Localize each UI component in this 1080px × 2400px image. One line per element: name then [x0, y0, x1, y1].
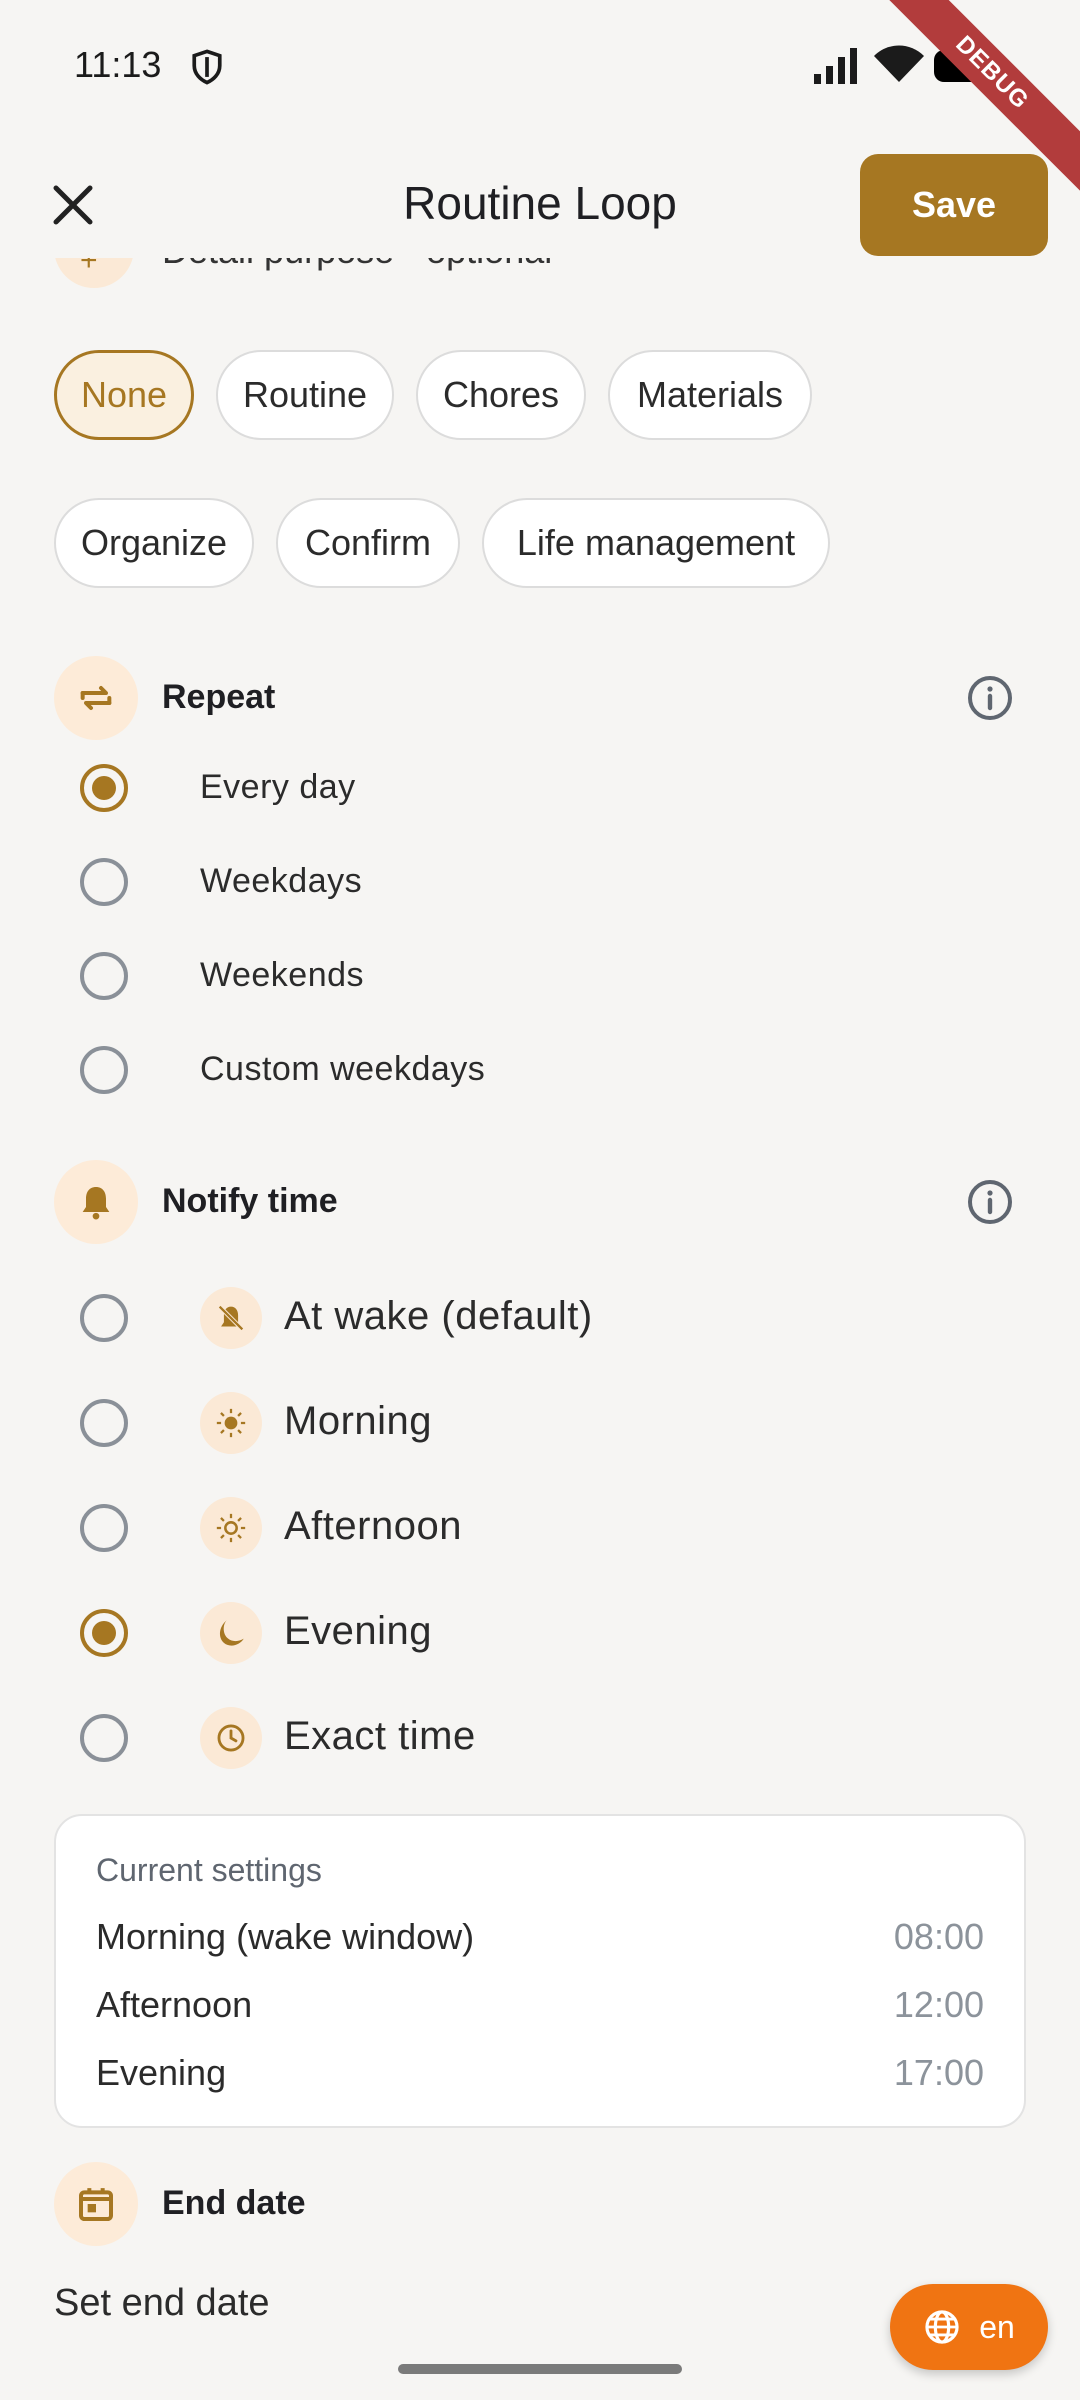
home-indicator[interactable]	[398, 2364, 682, 2374]
bell-off-icon	[200, 1287, 262, 1349]
notify-radio-evening[interactable]	[80, 1609, 128, 1657]
notify-option-label[interactable]: Afternoon	[284, 1504, 462, 1549]
settings-row-label: Evening	[96, 2052, 227, 2093]
sun-icon	[200, 1392, 262, 1454]
current-settings-card: Current settings Morning (wake window) 0…	[54, 1814, 1026, 2128]
language-label: en	[979, 2308, 1015, 2345]
card-title: Current settings	[96, 1852, 322, 1888]
end-date-section-icon	[54, 2162, 138, 2246]
repeat-section-icon	[54, 656, 138, 740]
settings-row-value: 08:00	[893, 1916, 984, 1957]
notify-section-icon	[54, 1160, 138, 1244]
clock-icon	[200, 1707, 262, 1769]
chip-chores[interactable]: Chores	[416, 350, 586, 440]
notify-option-label[interactable]: Exact time	[284, 1714, 476, 1759]
settings-row-value: 12:00	[893, 1984, 984, 2025]
notify-option-label[interactable]: Morning	[284, 1399, 432, 1444]
plus-icon: +	[80, 258, 98, 277]
repeat-radio-weekends[interactable]	[80, 952, 128, 1000]
repeat-option-label[interactable]: Custom weekdays	[200, 1050, 485, 1089]
repeat-option-label[interactable]: Weekdays	[200, 862, 362, 901]
detail-purpose-label: Detail purpose - optional	[162, 258, 552, 272]
language-button[interactable]: en	[890, 2284, 1048, 2370]
chip-routine[interactable]: Routine	[216, 350, 394, 440]
status-time: 11:13	[74, 44, 162, 85]
info-icon[interactable]	[966, 674, 1014, 722]
notify-option-label[interactable]: Evening	[284, 1609, 432, 1654]
chip-life-management[interactable]: Life management	[482, 498, 830, 588]
notify-radio-exact-time[interactable]	[80, 1714, 128, 1762]
end-date-title: End date	[162, 2184, 306, 2222]
detail-purpose-row: + Detail purpose - optional	[0, 258, 1080, 308]
repeat-title: Repeat	[162, 678, 276, 716]
chip-none[interactable]: None	[54, 350, 194, 440]
repeat-icon	[80, 686, 112, 710]
chip-organize[interactable]: Organize	[54, 498, 254, 588]
notify-radio-at-wake[interactable]	[80, 1294, 128, 1342]
shield-icon	[192, 49, 222, 85]
settings-row-label: Morning (wake window)	[96, 1916, 475, 1957]
notify-radio-afternoon[interactable]	[80, 1504, 128, 1552]
notify-radio-morning[interactable]	[80, 1399, 128, 1447]
repeat-option-label[interactable]: Every day	[200, 768, 356, 807]
wifi-icon	[874, 45, 924, 82]
signal-icon	[814, 48, 857, 84]
save-button[interactable]: Save	[860, 154, 1048, 256]
calendar-icon	[79, 2188, 113, 2221]
moon-icon	[200, 1602, 262, 1664]
settings-row-value: 17:00	[893, 2052, 984, 2093]
repeat-radio-custom[interactable]	[80, 1046, 128, 1094]
repeat-option-label[interactable]: Weekends	[200, 956, 364, 995]
globe-icon	[925, 2310, 959, 2344]
repeat-radio-every-day[interactable]	[80, 764, 128, 812]
chip-confirm[interactable]: Confirm	[276, 498, 460, 588]
notify-title: Notify time	[162, 1182, 338, 1220]
info-icon[interactable]	[966, 1178, 1014, 1226]
chip-materials[interactable]: Materials	[608, 350, 812, 440]
sun-icon	[200, 1497, 262, 1559]
repeat-radio-weekdays[interactable]	[80, 858, 128, 906]
settings-row-label: Afternoon	[96, 1984, 253, 2025]
set-end-date-link[interactable]: Set end date	[54, 2282, 270, 2325]
bell-icon	[82, 1187, 110, 1220]
notify-option-label[interactable]: At wake (default)	[284, 1294, 593, 1339]
